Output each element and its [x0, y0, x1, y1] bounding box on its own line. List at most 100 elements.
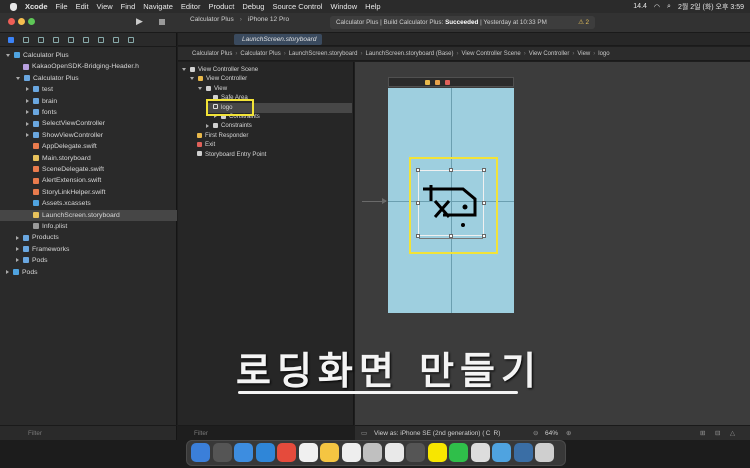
view-controller-icon[interactable] [425, 80, 430, 85]
dock-app-icon[interactable] [535, 443, 554, 462]
file-tree-item[interactable]: StoryLinkHelper.swift [0, 187, 177, 198]
symbol-icon[interactable] [38, 36, 44, 43]
dock-app-icon[interactable] [470, 443, 490, 462]
sidebar-toggle-icon[interactable]: ▭ [361, 426, 367, 441]
scene-dock[interactable] [388, 77, 514, 87]
menu-editor[interactable]: Editor [181, 2, 201, 11]
file-tree-item[interactable]: Frameworks [0, 244, 177, 255]
disclosure-icon[interactable] [190, 77, 194, 81]
dock-app-icon[interactable] [341, 443, 361, 462]
dock-app-icon[interactable] [234, 443, 253, 462]
disclosure-icon[interactable] [6, 269, 9, 274]
exit-icon[interactable] [445, 80, 450, 85]
dock-app-icon[interactable] [406, 443, 425, 462]
device-name[interactable]: iPhone 12 Pro [248, 16, 289, 23]
breadcrumb-item[interactable]: LaunchScreen.storyboard (Base) [365, 51, 453, 57]
source-control-icon[interactable] [23, 36, 29, 43]
file-tree-item[interactable]: Info.plist [0, 221, 177, 232]
breakpoint-icon[interactable] [113, 36, 119, 43]
file-tree-item[interactable]: Calculator Plus [0, 50, 177, 61]
datetime[interactable]: 2월 2일 (화) 오후 3:59 [678, 2, 744, 12]
disclosure-icon[interactable] [26, 133, 29, 137]
menu-product[interactable]: Product [208, 2, 234, 11]
dock-app-icon[interactable] [191, 443, 210, 462]
scheme-name[interactable]: Calculator Plus [190, 16, 234, 23]
file-tree-item[interactable]: KakaoOpenSDK-Bridging-Header.h [0, 61, 177, 72]
menu-find[interactable]: Find [121, 2, 136, 11]
dock-app-icon[interactable] [298, 443, 318, 462]
file-tree-item[interactable]: Products [0, 232, 177, 243]
device-config-button[interactable]: View as: iPhone SE (2nd generation) ( C … [374, 426, 500, 441]
minimize-window-button[interactable] [18, 18, 25, 25]
dock-app-icon[interactable] [492, 443, 511, 462]
first-responder-icon[interactable] [435, 80, 440, 85]
folder-icon[interactable] [8, 36, 14, 43]
wifi-icon[interactable]: ◠ [654, 3, 660, 11]
breadcrumb-item[interactable]: Calculator Plus [192, 51, 232, 57]
file-tree-item[interactable]: Assets.xcassets [0, 198, 177, 209]
stop-icon[interactable] [159, 19, 165, 25]
menu-app-name[interactable]: Xcode [25, 2, 48, 11]
disclosure-icon[interactable] [16, 235, 19, 240]
file-tree-item[interactable]: Pods [0, 267, 177, 278]
file-tree-item[interactable]: SceneDelegate.swift [0, 164, 177, 175]
apple-icon[interactable] [10, 2, 17, 11]
test-icon[interactable] [83, 36, 89, 43]
menu-debug[interactable]: Debug [242, 2, 264, 11]
file-tree-item[interactable]: fonts [0, 107, 177, 118]
disclosure-icon[interactable] [6, 53, 10, 57]
resolve-icon[interactable]: △ [730, 426, 735, 441]
issue-icon[interactable] [68, 36, 74, 43]
breadcrumb-item[interactable]: logo [598, 51, 609, 57]
disclosure-icon[interactable] [16, 76, 20, 80]
file-tree-item[interactable]: Pods [0, 255, 177, 266]
scheme-selector[interactable]: Calculator Plus › iPhone 12 Pro [190, 16, 289, 23]
disclosure-icon[interactable] [26, 98, 29, 103]
debug-icon[interactable] [98, 36, 104, 43]
file-tree-item[interactable]: test [0, 84, 177, 95]
file-tree-item[interactable]: ShowViewController [0, 130, 177, 141]
dock-app-icon[interactable] [384, 443, 404, 462]
close-window-button[interactable] [8, 18, 15, 25]
menu-file[interactable]: File [56, 2, 68, 11]
disclosure-icon[interactable] [198, 86, 202, 90]
file-tree-item[interactable]: brain [0, 96, 177, 107]
dock-app-icon[interactable] [277, 443, 296, 462]
menu-help[interactable]: Help [365, 2, 380, 11]
dock-app-icon[interactable] [449, 443, 468, 462]
disclosure-icon[interactable] [26, 87, 29, 92]
warning-badge[interactable]: ⚠ 2 [578, 16, 589, 29]
tab-launchscreen[interactable]: LaunchScreen.storyboard [234, 34, 322, 45]
menu-window[interactable]: Window [330, 2, 357, 11]
dock-app-icon[interactable] [320, 443, 339, 462]
dock-app-icon[interactable] [363, 443, 382, 462]
run-icon[interactable]: ▶ [136, 16, 143, 27]
outline-item[interactable]: Storyboard Entry Point [190, 150, 352, 160]
disclosure-icon[interactable] [16, 258, 19, 263]
file-tree-item[interactable]: AlertExtension.swift [0, 175, 177, 186]
disclosure-icon[interactable] [206, 123, 209, 128]
dock-app-icon[interactable] [513, 443, 533, 462]
report-icon[interactable] [128, 36, 134, 43]
breadcrumb-item[interactable]: View [577, 51, 590, 57]
disclosure-icon[interactable] [26, 121, 29, 126]
dock-app-icon[interactable] [427, 443, 447, 462]
zoom-out-icon[interactable]: ⊖ [533, 426, 538, 441]
breadcrumb-item[interactable]: View Controller Scene [462, 51, 521, 57]
find-icon[interactable] [53, 36, 59, 43]
navigator-filter[interactable]: Filter [0, 425, 177, 440]
search-icon[interactable]: ⌕ [667, 3, 671, 11]
dock-app-icon[interactable] [212, 443, 232, 462]
disclosure-icon[interactable] [16, 247, 19, 251]
outline-filter[interactable]: Filter [178, 425, 354, 440]
breadcrumb-item[interactable]: Calculator Plus [240, 51, 280, 57]
file-tree-item[interactable]: Calculator Plus [0, 73, 177, 84]
file-tree-item[interactable]: AppDelegate.swift [0, 141, 177, 152]
constraints-icon[interactable]: ⊞ [700, 426, 705, 441]
breadcrumb-item[interactable]: LaunchScreen.storyboard [289, 51, 358, 57]
file-tree-item[interactable]: LaunchScreen.storyboard [0, 209, 177, 221]
dock-app-icon[interactable] [255, 443, 275, 462]
zoom-window-button[interactable] [28, 18, 35, 25]
file-tree-item[interactable]: Main.storyboard [0, 153, 177, 164]
file-tree-item[interactable]: SelectViewController [0, 118, 177, 129]
